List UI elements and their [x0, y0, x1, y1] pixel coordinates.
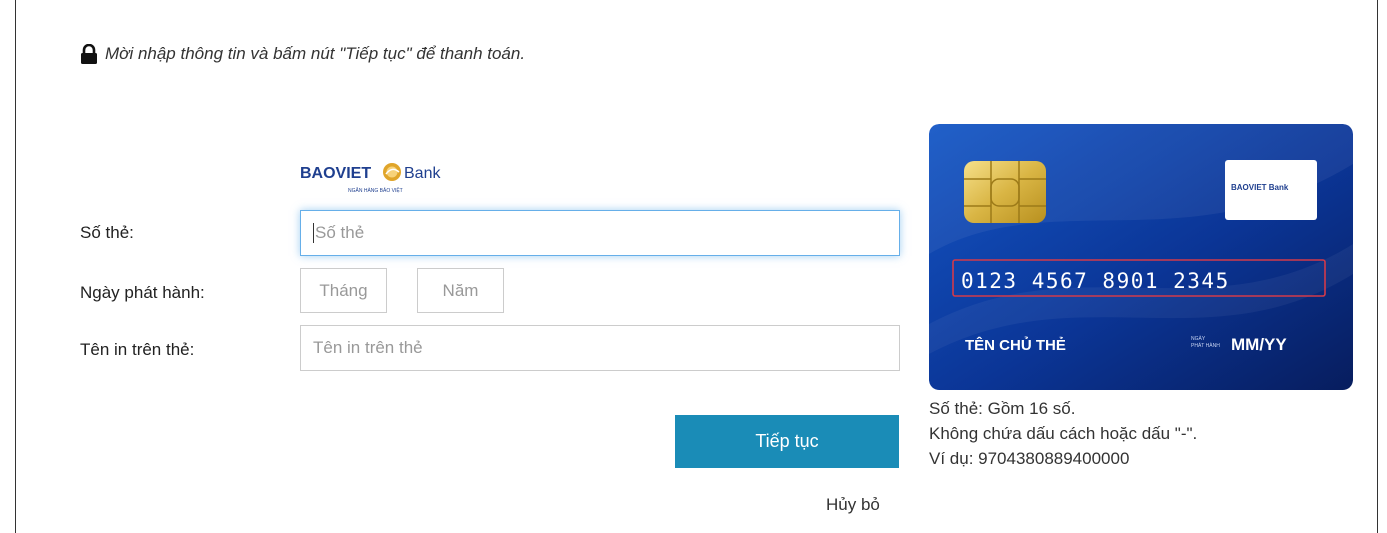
issue-year-placeholder: Năm [442, 280, 479, 300]
bank-logo-emblem [383, 163, 401, 181]
issue-month-placeholder: Tháng [319, 280, 368, 300]
card-date-caption: PHÁT HÀNH [1191, 342, 1220, 349]
cardholder-sample: TÊN CHỦ THẺ [965, 336, 1066, 354]
cardholder-input[interactable]: Tên in trên thẻ [300, 325, 900, 371]
text-cursor [313, 223, 314, 243]
hint-line: Số thẻ: Gồm 16 số. [929, 399, 1076, 418]
card-number-sample: 0123 4567 8901 2345 [961, 269, 1230, 293]
hint-line: Ví dụ: 9704380889400000 [929, 449, 1130, 468]
chip-icon [964, 161, 1046, 223]
instruction-notice: Mời nhập thông tin và bấm nút "Tiếp tục"… [80, 44, 525, 64]
card-date-caption: NGÀY [1191, 335, 1206, 342]
card-preview: BAOVIET Bank 0123 4567 8901 2345 TÊN CHỦ… [929, 124, 1353, 390]
continue-button[interactable]: Tiếp tục [675, 415, 899, 468]
instruction-text: Mời nhập thông tin và bấm nút "Tiếp tục"… [105, 44, 526, 63]
lock-icon [81, 44, 97, 64]
cancel-link[interactable]: Hủy bỏ [826, 495, 880, 515]
card-date-sample: MM/YY [1231, 335, 1287, 354]
issue-year-input[interactable]: Năm [417, 268, 504, 313]
cardholder-label: Tên in trên thẻ: [80, 340, 195, 359]
bank-logo-name: BAOVIET [300, 165, 371, 182]
card-number-input[interactable]: Số thẻ [300, 210, 900, 256]
card-logo-text: BAOVIET Bank [1231, 183, 1289, 192]
card-bank-logo: BAOVIET Bank [1225, 160, 1317, 220]
bank-logo-suffix: Bank [404, 165, 441, 182]
issue-month-input[interactable]: Tháng [300, 268, 387, 313]
hint-line: Không chứa dấu cách hoặc dấu "-". [929, 424, 1198, 443]
card-number-hint: Số thẻ: Gồm 16 số. Không chứa dấu cách h… [929, 396, 1197, 471]
cardholder-placeholder: Tên in trên thẻ [313, 338, 423, 357]
issue-date-label: Ngày phát hành: [80, 283, 205, 302]
bank-logo: BAOVIET Bank NGÂN HÀNG BẢO VIỆT [300, 163, 441, 194]
bank-logo-subtitle: NGÂN HÀNG BẢO VIỆT [348, 186, 403, 194]
card-number-placeholder: Số thẻ [315, 223, 365, 242]
card-number-label: Số thẻ: [80, 223, 134, 242]
